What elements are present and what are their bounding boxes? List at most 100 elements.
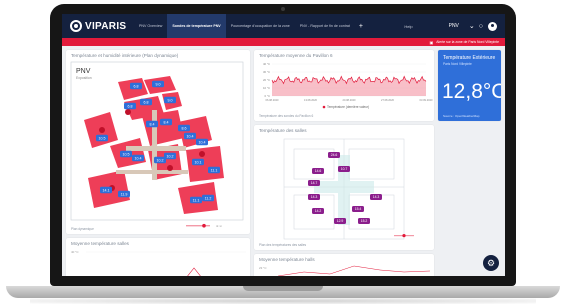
app-screen: VIPARIS PNV Overview Sondes de températu…: [62, 14, 505, 276]
floorplan-footer: Plan dynamique: [71, 227, 94, 231]
sensor-badge[interactable]: 8.4: [146, 120, 158, 128]
chevron-down-icon[interactable]: ⌄: [469, 22, 475, 30]
avg-halls-line: [277, 265, 431, 276]
room-temperature-tag[interactable]: 14.3: [370, 194, 382, 200]
room-temperature-value: 12.9: [337, 219, 344, 223]
sensor-badge[interactable]: 10.4: [196, 138, 208, 146]
top-right-controls: Help PNV ⌄ ○: [404, 21, 505, 31]
plan-zoom-handle[interactable]: [402, 234, 406, 238]
room-temperature-value: 15.2: [361, 219, 368, 223]
y-tick-label: 0 °C: [265, 94, 270, 98]
zoom-slider-handle[interactable]: [202, 223, 206, 228]
room-temperature-tag[interactable]: 12.9: [334, 218, 346, 224]
sensor-value: 10.5: [99, 136, 106, 140]
room-temperature-tag[interactable]: 15.4: [352, 206, 364, 212]
sensor-badge[interactable]: 10.1: [192, 158, 204, 166]
sensor-badge[interactable]: 9.0: [152, 80, 164, 88]
room-temperature-value: 14.2: [315, 209, 322, 213]
sensor-value: 10.4: [187, 134, 194, 138]
sensor-badge[interactable]: 10.2: [164, 152, 176, 160]
room-temperature-tag[interactable]: 14.2: [312, 208, 324, 214]
sensor-badge[interactable]: 11.2: [202, 194, 214, 202]
sensor-value: 10.4: [135, 156, 142, 160]
sensor-value: 8.4: [164, 120, 169, 124]
timeseries-panel: Température moyenne du Pavillon 6 40 °C 3…: [254, 50, 434, 121]
site-select[interactable]: PNV: [449, 23, 459, 29]
room-temperature-tag[interactable]: 14.7: [308, 180, 320, 186]
room-temperature-value: 14.7: [311, 181, 318, 185]
avg-halls-chart[interactable]: [254, 254, 434, 276]
sensor-value: 14.1: [103, 188, 110, 192]
site-floorplan[interactable]: PNV Exposition 6.8 9.06.86.8 9.08.4 8.48…: [66, 50, 250, 234]
legend-label[interactable]: Température (dernière valeur): [327, 105, 369, 109]
sensor-value: 11.9: [121, 192, 128, 196]
temperature-line-chart[interactable]: 40 °C 30 °C 20 °C 10 °C 0 °C 06.08.2020 13.08…: [254, 50, 434, 121]
room-temperature-tag[interactable]: 14.3: [308, 194, 320, 200]
logo-icon: [70, 20, 82, 32]
user-avatar[interactable]: [488, 21, 497, 31]
sensor-badge[interactable]: 11.1: [190, 196, 202, 204]
brand-logo[interactable]: VIPARIS: [62, 20, 134, 32]
tab-end-of-contract-report[interactable]: PNV - Rapport de fin de contrat: [295, 14, 355, 38]
sensor-badge[interactable]: 8.6: [178, 124, 190, 132]
kpi-footer: Source : OpenWeatherMap: [443, 114, 480, 118]
sensor-value: 10.2: [157, 158, 164, 162]
sensor-badge[interactable]: 11.9: [118, 190, 130, 198]
sensor-value: 6.8: [134, 84, 139, 88]
notification-bell-icon[interactable]: ○: [479, 23, 483, 30]
x-tick-label: 27.08.2020: [381, 98, 395, 102]
sensor-badge[interactable]: 6.8: [140, 98, 152, 106]
alert-text[interactable]: Alerte sur la zone de Paris Nord Villepi…: [436, 40, 499, 44]
add-tab-button[interactable]: +: [355, 14, 367, 38]
calendar-icon: ▣: [429, 39, 434, 45]
sensor-value: 6.8: [128, 104, 133, 108]
sensor-value: 10.2: [167, 154, 174, 158]
sensor-value: 11.1: [193, 198, 200, 202]
room-temperature-value: 24.6: [331, 153, 338, 157]
zoom-controls-icon[interactable]: ⊕ ⊖: [216, 224, 222, 228]
laptop-frame: VIPARIS PNV Overview Sondes de températu…: [0, 0, 566, 306]
sensor-value: 8.4: [150, 122, 155, 126]
sensor-value: 10.1: [195, 160, 202, 164]
room-temperature-tag[interactable]: 24.6: [328, 152, 340, 158]
sensor-badge[interactable]: 10.4: [132, 154, 144, 162]
avg-rooms-panel: Moyenne température salles 40 °C: [66, 238, 250, 276]
sensor-badge[interactable]: 8.4: [160, 118, 172, 126]
dashboard-tabs: PNV Overview Sondes de température PNV P…: [134, 14, 367, 38]
help-link[interactable]: Help: [404, 24, 412, 29]
room-plan[interactable]: 24.6 14.6 14.7 14.3 14.2 15.4 12.9 15.2 14.3 10.7: [254, 125, 434, 250]
alert-bar: ▣ Alerte sur la zone de Paris Nord Ville…: [62, 38, 505, 46]
sensor-badge[interactable]: 11.1: [208, 166, 220, 174]
settings-gear-icon[interactable]: ⚙: [483, 255, 499, 271]
sensor-badge[interactable]: 10.4: [184, 132, 196, 140]
room-temperature-tag[interactable]: 10.7: [338, 166, 350, 172]
room-temperature-tag[interactable]: 14.6: [312, 168, 324, 174]
room-temperature-tag[interactable]: 15.2: [358, 218, 370, 224]
kpi-title: Température Extérieure: [443, 55, 496, 61]
tab-temperature-probes[interactable]: Sondes de température PNV: [167, 14, 226, 38]
sensor-badge[interactable]: 14.1: [100, 186, 112, 194]
sensor-badge[interactable]: 6.8: [130, 82, 142, 90]
avg-halls-panel: Moyenne température halls 23 °C: [254, 254, 434, 276]
room-temperature-value: 14.3: [373, 195, 380, 199]
y-tick-label: 20 °C: [263, 78, 270, 82]
kpi-subtitle: Paris Nord Villepinte: [443, 62, 472, 66]
avg-rooms-chart[interactable]: [66, 238, 250, 276]
brand-name: VIPARIS: [85, 20, 127, 32]
outdoor-temperature-value: 12,8°C: [442, 80, 501, 103]
sensor-badge[interactable]: 10.5: [96, 134, 108, 142]
room-temperature-value: 14.6: [315, 169, 322, 173]
tab-occupancy[interactable]: Pourcentage d'occupation de la zone: [226, 14, 295, 38]
y-tick-label: 40 °C: [263, 62, 270, 66]
plan-zones: [314, 155, 374, 225]
sensor-value: 8.6: [182, 126, 187, 130]
sensor-badge[interactable]: 10.5: [120, 150, 132, 158]
sensor-value: 9.0: [168, 98, 173, 102]
timeseries-footer: Température des sondes du Pavillon 6: [259, 114, 314, 118]
tab-pnv-overview[interactable]: PNV Overview: [134, 14, 167, 38]
room-plan-panel: Température des salles 24.6 14.6 14.7 14.3 1…: [254, 125, 434, 250]
x-tick-label: 06.08.2020: [266, 98, 280, 102]
room-temperature-value: 15.4: [355, 207, 362, 211]
sensor-badge[interactable]: 9.0: [164, 96, 176, 104]
sensor-badge[interactable]: 6.8: [124, 102, 136, 110]
